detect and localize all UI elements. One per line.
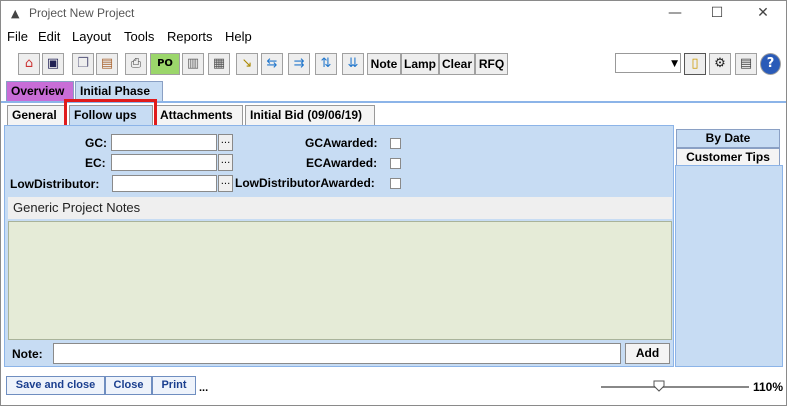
side-panel (675, 165, 783, 367)
ecawarded-checkbox[interactable] (390, 158, 401, 169)
menu-edit[interactable]: Edit (38, 29, 60, 44)
highlight-box (64, 99, 157, 128)
chevron-down-icon: ▼ (671, 59, 678, 69)
flow-left-icon[interactable]: ⇆ (261, 53, 283, 75)
flow-right-icon[interactable]: ⇉ (288, 53, 310, 75)
title-bar: ▲ Project New Project — ☐ ✕ (1, 1, 786, 25)
trash-icon[interactable]: ▥ (182, 53, 204, 75)
tab-general[interactable]: General (7, 105, 67, 125)
follow-ups-panel: GC: ... EC: ... LowDistributor: ... GCAw… (4, 125, 674, 367)
toolbar: ⌂ ▣ ❐ ▤ ⎙ PO ▥ ▦ ↘ ⇆ ⇉ ⇅ ⇊ Note Lamp Cle… (1, 51, 786, 78)
menu-layout[interactable]: Layout (72, 29, 111, 44)
house-icon[interactable]: ⌂ (18, 53, 40, 75)
more-indicator: ... (199, 382, 209, 394)
maximize-button[interactable]: ☐ (697, 3, 737, 23)
note-label: Note: (12, 347, 43, 361)
tab-initial-phase[interactable]: Initial Phase (75, 81, 163, 101)
gc-browse-button[interactable]: ... (218, 134, 233, 151)
document-icon[interactable]: ▤ (735, 53, 757, 75)
minimize-button[interactable]: — (655, 3, 695, 23)
tab-initial-bid[interactable]: Initial Bid (09/06/19) (245, 105, 375, 125)
close-button[interactable]: ✕ (743, 3, 783, 23)
lowdistributorawarded-label: LowDistributorAwarded: (235, 176, 375, 190)
zoom-slider-thumb[interactable] (653, 380, 665, 392)
app-icon: ▲ (11, 7, 20, 20)
flow-up-icon[interactable]: ⇅ (315, 53, 337, 75)
rfq-button[interactable]: RFQ (475, 53, 508, 75)
menu-help[interactable]: Help (225, 29, 252, 44)
menu-tools[interactable]: Tools (124, 29, 154, 44)
ec-field[interactable] (111, 154, 217, 171)
tab-attachments[interactable]: Attachments (155, 105, 243, 125)
flow-down-icon[interactable]: ⇊ (342, 53, 364, 75)
ecawarded-label: ECAwarded: (306, 156, 378, 170)
gcawarded-label: GCAwarded: (305, 136, 378, 150)
ec-label: EC: (85, 156, 106, 170)
add-note-button[interactable]: Add (625, 343, 670, 364)
gc-label: GC: (85, 136, 107, 150)
lamp-button[interactable]: Lamp (401, 53, 439, 75)
menu-bar: File Edit Layout Tools Reports Help (1, 27, 786, 47)
zoom-level: 110% (753, 380, 784, 394)
clear-button[interactable]: Clear (439, 53, 475, 75)
phase-tabs: Overview Initial Phase (1, 81, 786, 101)
paste-icon[interactable]: ▤ (96, 53, 118, 75)
view-select[interactable]: ▼ (615, 53, 681, 73)
tab-by-date[interactable]: By Date (676, 129, 780, 148)
po-icon[interactable]: PO (150, 53, 180, 75)
save-and-close-button[interactable]: Save and close (6, 376, 105, 395)
menu-file[interactable]: File (7, 29, 28, 44)
notes-header: Generic Project Notes (8, 197, 672, 219)
ec-browse-button[interactable]: ... (218, 154, 233, 171)
copy-icon[interactable]: ❐ (72, 53, 94, 75)
menu-reports[interactable]: Reports (167, 29, 213, 44)
save-icon[interactable]: ▣ (42, 53, 64, 75)
window-title: Project New Project (29, 6, 135, 20)
gcawarded-checkbox[interactable] (390, 138, 401, 149)
notes-area[interactable] (8, 221, 672, 340)
gc-field[interactable] (111, 134, 217, 151)
lowdistributor-browse-button[interactable]: ... (218, 175, 233, 192)
tab-overview[interactable]: Overview (6, 81, 74, 101)
bottom-bar: Save and close Close Print ... 110% (1, 372, 786, 405)
close-window-button[interactable]: Close (105, 376, 152, 395)
lowdistributor-field[interactable] (112, 175, 217, 192)
note-input[interactable] (53, 343, 621, 364)
lowdistributor-label: LowDistributor: (10, 177, 100, 191)
notepad-icon[interactable]: ▯ (684, 53, 706, 75)
app-window: ▲ Project New Project — ☐ ✕ File Edit La… (0, 0, 787, 406)
document-arrow-icon[interactable]: ↘ (236, 53, 258, 75)
print-icon[interactable]: ⎙ (125, 53, 147, 75)
note-button[interactable]: Note (367, 53, 401, 75)
calculator-icon[interactable]: ▦ (208, 53, 230, 75)
zoom-slider[interactable] (601, 386, 749, 388)
lowdistributorawarded-checkbox[interactable] (390, 178, 401, 189)
machine-icon[interactable]: ⚙ (709, 53, 731, 75)
print-button[interactable]: Print (152, 376, 196, 395)
help-icon[interactable]: ? (760, 53, 781, 75)
